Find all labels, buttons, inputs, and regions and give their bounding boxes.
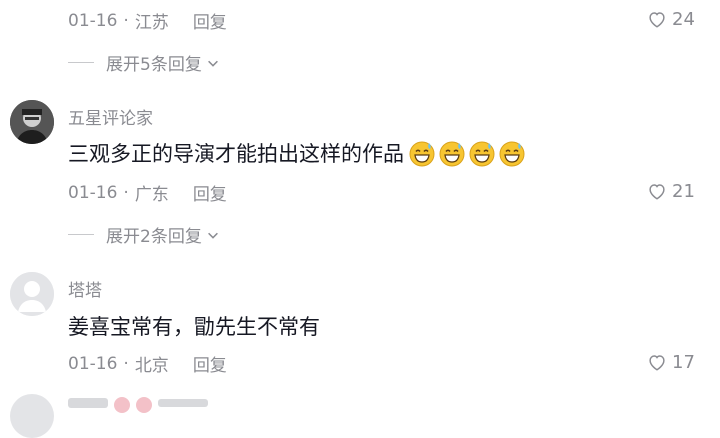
- avatar-image: [10, 100, 54, 144]
- default-avatar-icon: [10, 272, 54, 316]
- comment-3-meta: 01-16 · 北京 回复: [68, 351, 227, 377]
- like-button[interactable]: 21: [646, 180, 695, 202]
- chevron-down-icon: [207, 60, 218, 67]
- comment-text-body: 姜喜宝常有，勖先生不常有: [68, 315, 320, 339]
- like-count: 21: [672, 180, 695, 202]
- divider-line: [68, 62, 94, 63]
- chevron-down-icon: [207, 232, 218, 239]
- like-count: 17: [672, 351, 695, 373]
- avatar[interactable]: [10, 272, 54, 316]
- grinning-sweat-emoji: [498, 139, 526, 167]
- comment-location: 广东: [134, 185, 169, 205]
- username[interactable]: 五星评论家: [68, 104, 153, 129]
- expand-replies-button[interactable]: 展开2条回复: [68, 222, 220, 247]
- comment-text: 姜喜宝常有，勖先生不常有: [68, 311, 320, 341]
- like-button[interactable]: 24: [646, 8, 695, 30]
- emoji-group: [406, 139, 526, 167]
- heart-icon: [649, 12, 665, 28]
- avatar[interactable]: [10, 100, 54, 144]
- like-button[interactable]: 17: [646, 351, 695, 373]
- heart-icon: [649, 355, 665, 371]
- divider-line: [68, 234, 94, 235]
- expand-replies-label: 展开5条回复: [106, 55, 202, 75]
- timestamp-cut-off: [158, 399, 208, 407]
- username-cut-off: [68, 398, 108, 408]
- comment-2-meta: 01-16 · 广东 回复: [68, 180, 227, 206]
- comment-text-body: 三观多正的导演才能拍出这样的作品: [68, 142, 404, 166]
- avatar[interactable]: [10, 394, 54, 438]
- grinning-sweat-emoji: [438, 139, 466, 167]
- comment-1-meta: 01-16 · 江苏 回复: [68, 8, 227, 34]
- comment-text: 三观多正的导演才能拍出这样的作品: [68, 138, 526, 168]
- like-count: 24: [672, 8, 695, 30]
- expand-replies-button[interactable]: 展开5条回复: [68, 50, 220, 75]
- username[interactable]: 塔塔: [68, 276, 102, 301]
- badge-icon: [136, 397, 152, 413]
- heart-icon: [649, 184, 665, 200]
- comment-date: 01-16: [68, 10, 118, 31]
- grinning-sweat-emoji: [468, 139, 496, 167]
- comment-location: 北京: [134, 356, 169, 376]
- comment-date: 01-16: [68, 182, 118, 203]
- grinning-sweat-emoji: [408, 139, 436, 167]
- reply-button[interactable]: 回复: [193, 180, 227, 205]
- badge-icon: [114, 397, 130, 413]
- reply-button[interactable]: 回复: [193, 8, 227, 33]
- comment-date: 01-16: [68, 353, 118, 374]
- expand-replies-label: 展开2条回复: [106, 227, 202, 247]
- comment-location: 江苏: [134, 13, 169, 33]
- reply-button[interactable]: 回复: [193, 351, 227, 376]
